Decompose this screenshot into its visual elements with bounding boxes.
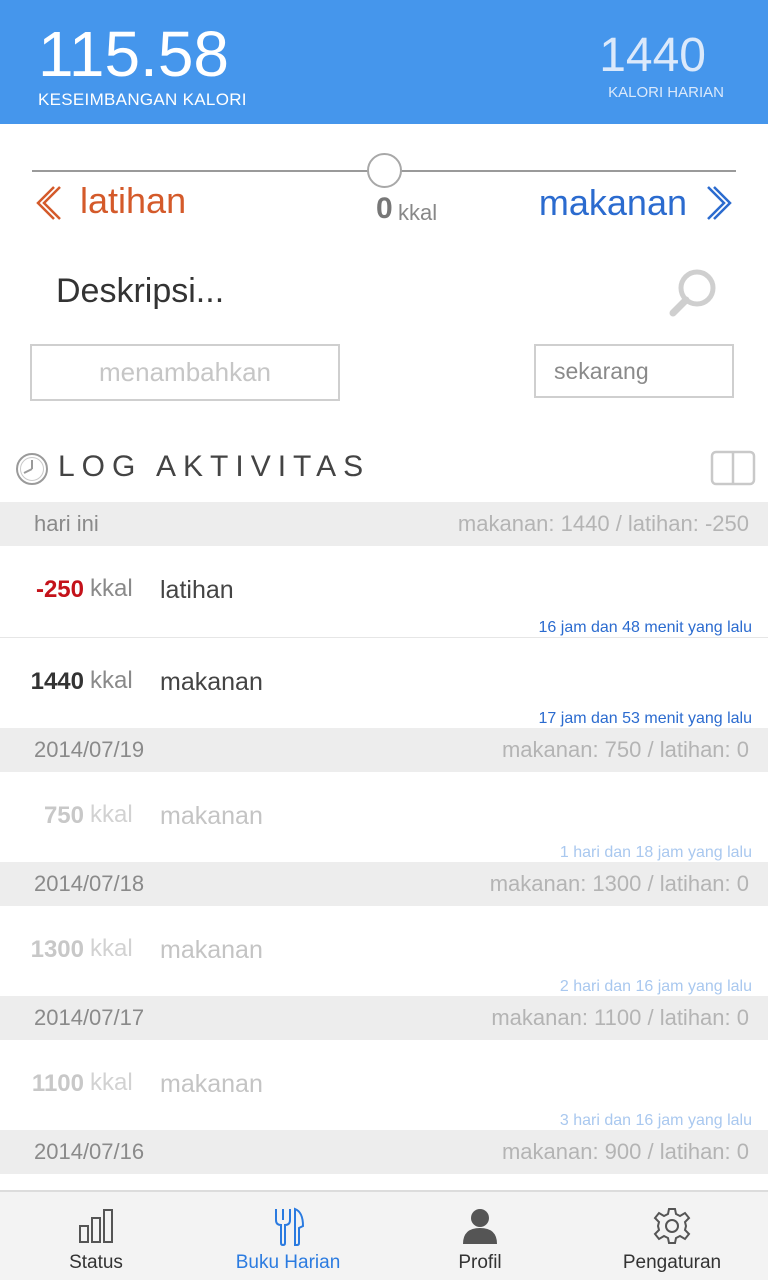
entry-amount: 1300 (30, 936, 84, 963)
log-entry[interactable]: -250 kkal latihan 16 jam dan 48 menit ya… (0, 546, 768, 638)
nav-diary[interactable]: Buku Harian (192, 1192, 384, 1280)
day-date: 2014/07/16 (34, 1139, 145, 1164)
nav-label: Buku Harian (235, 1252, 341, 1273)
nav-label: Profil (458, 1252, 502, 1273)
entry-time: 1 hari dan 18 jam yang lalu (559, 844, 752, 861)
time-selector[interactable]: sekarang (534, 344, 734, 398)
calorie-header: 115.58 KESEIMBANGAN KALORI 1440 KALORI H… (0, 0, 768, 124)
day-header: 2014/07/17 makanan: 1100 / latihan: 0 (0, 996, 768, 1040)
day-date: 2014/07/17 (34, 1005, 145, 1030)
chevron-left-icon[interactable] (30, 183, 64, 223)
entry-type: makanan (160, 802, 263, 830)
day-header: 2014/07/19 makanan: 750 / latihan: 0 (0, 728, 768, 772)
exercise-toggle[interactable]: latihan (80, 180, 186, 222)
book-icon[interactable] (710, 450, 756, 486)
day-date: 2014/07/18 (34, 871, 145, 896)
bar-chart-icon (79, 1209, 113, 1243)
clock-icon (16, 453, 48, 485)
log-entry[interactable]: 750 kkal makanan 1 hari dan 18 jam yang … (0, 772, 768, 862)
calorie-slider-knob[interactable] (367, 153, 402, 188)
entry-time: 3 hari dan 16 jam yang lalu (559, 1112, 752, 1129)
nav-profile[interactable]: Profil (384, 1192, 576, 1280)
activity-log-title: LOG AKTIVITAS (58, 450, 371, 483)
person-icon (463, 1209, 497, 1244)
calorie-balance-label: KESEIMBANGAN KALORI (38, 90, 247, 109)
day-summary: makanan: 750 / latihan: 0 (501, 737, 749, 762)
entry-amount: 750 (43, 802, 84, 829)
entry-amount: -250 (35, 576, 84, 603)
entry-type: makanan (160, 936, 263, 964)
nav-label: Status (69, 1252, 123, 1273)
nav-settings[interactable]: Pengaturan (576, 1192, 768, 1280)
day-date: hari ini (34, 511, 99, 536)
entry-time: 17 jam dan 53 menit yang lalu (538, 710, 752, 727)
log-entry[interactable]: 1440 kkal makanan 17 jam dan 53 menit ya… (0, 638, 768, 728)
gear-icon (653, 1208, 691, 1244)
search-icon[interactable] (666, 266, 720, 320)
day-summary: makanan: 900 / latihan: 0 (501, 1139, 749, 1164)
entry-type: latihan (160, 576, 234, 604)
nav-status[interactable]: Status (0, 1192, 192, 1280)
calorie-balance-value: 115.58 (38, 18, 229, 90)
food-toggle[interactable]: makanan (539, 182, 687, 224)
activity-log-list[interactable]: hari ini makanan: 1440 / latihan: -250 -… (0, 502, 768, 1190)
day-summary: makanan: 1100 / latihan: 0 (491, 1005, 749, 1030)
entry-amount: 1440 (30, 668, 84, 695)
add-entry-button[interactable]: menambahkan (30, 344, 340, 401)
entry-type: makanan (160, 668, 263, 696)
day-header: 2014/07/18 makanan: 1300 / latihan: 0 (0, 862, 768, 906)
daily-calorie-value: 1440 (599, 29, 706, 82)
chevron-right-icon[interactable] (704, 183, 738, 223)
log-entry[interactable]: 1100 kkal makanan 3 hari dan 16 jam yang… (0, 1040, 768, 1130)
entry-unit: kkal (90, 935, 133, 962)
log-entry[interactable]: 1300 kkal makanan 2 hari dan 16 jam yang… (0, 906, 768, 996)
slider-kcal-unit: kkal (398, 200, 438, 225)
entry-unit: kkal (90, 1069, 133, 1096)
nav-label: Pengaturan (622, 1252, 722, 1273)
entry-unit: kkal (90, 575, 133, 602)
daily-calorie-label: KALORI HARIAN (608, 84, 724, 101)
slider-kcal-value: 0 (376, 192, 393, 225)
entry-time: 2 hari dan 16 jam yang lalu (559, 978, 752, 995)
description-input[interactable] (56, 266, 616, 316)
day-summary: makanan: 1440 / latihan: -250 (457, 511, 749, 536)
fork-knife-icon (275, 1207, 305, 1246)
entry-type: makanan (160, 1070, 263, 1098)
entry-amount: 1100 (31, 1070, 84, 1097)
day-summary: makanan: 1300 / latihan: 0 (489, 871, 749, 896)
day-date: 2014/07/19 (34, 737, 145, 762)
entry-unit: kkal (90, 801, 133, 828)
day-header: 2014/07/16 makanan: 900 / latihan: 0 (0, 1130, 768, 1174)
entry-time: 16 jam dan 48 menit yang lalu (538, 619, 752, 636)
bottom-navigation: Status Buku Harian Profil Pengaturan (0, 1190, 768, 1280)
day-header: hari ini makanan: 1440 / latihan: -250 (0, 502, 768, 546)
entry-unit: kkal (90, 667, 133, 694)
